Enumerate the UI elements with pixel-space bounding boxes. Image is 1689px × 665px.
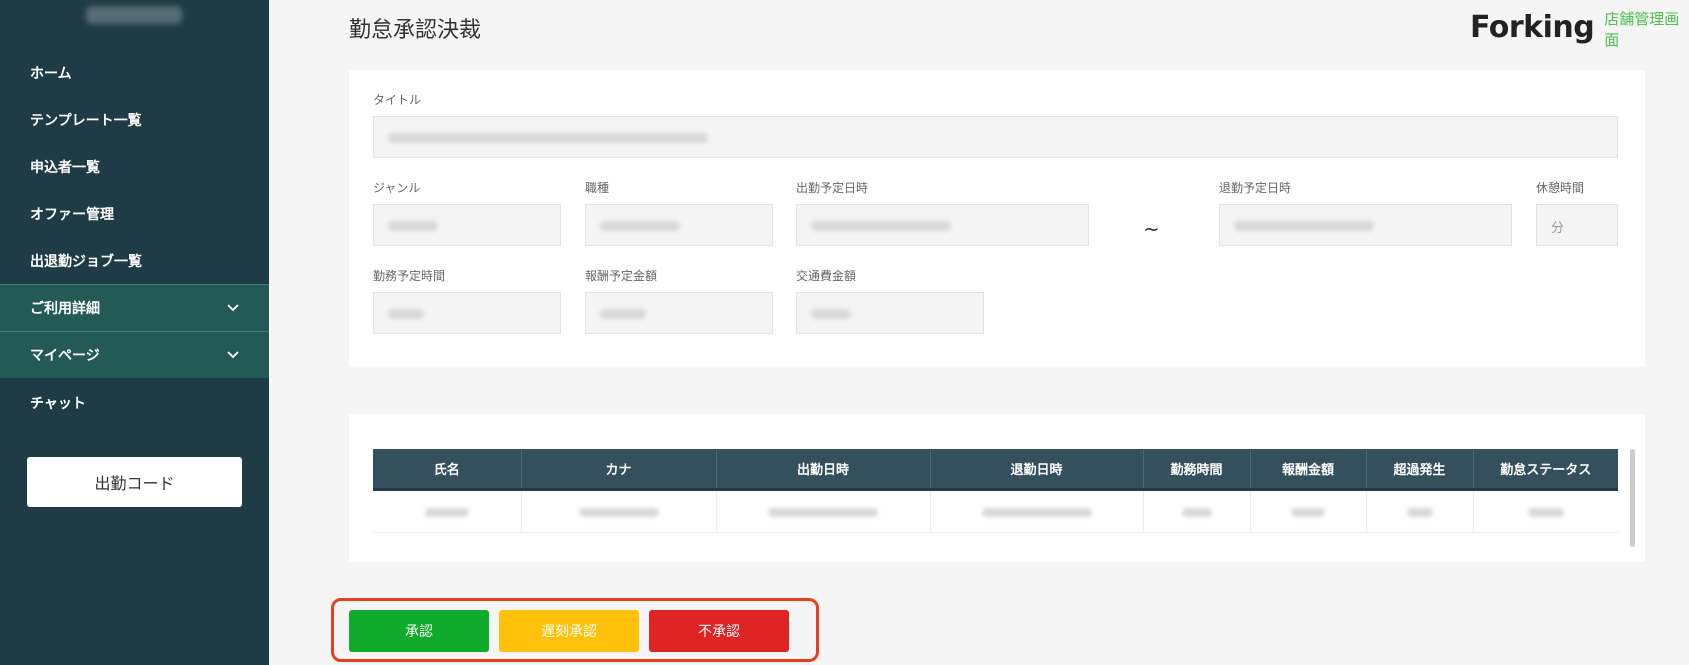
break-unit: 分: [1551, 221, 1565, 236]
cell-clock-out: [930, 489, 1144, 533]
start-datetime-field: [796, 204, 1089, 246]
late-approve-button[interactable]: 遅刻承認: [499, 610, 639, 652]
table-scrollbar[interactable]: [1630, 449, 1635, 547]
sidebar-item-label: チャット: [30, 395, 86, 412]
cell-kana: [521, 489, 717, 533]
sidebar-item-label: 申込者一覧: [30, 159, 100, 176]
cell-reward: [1250, 489, 1367, 533]
logo-wordmark: Forking: [1470, 9, 1595, 45]
end-datetime-blurred: [1234, 221, 1374, 231]
work-hours-blurred: [388, 309, 424, 319]
reward-blurred: [600, 309, 646, 319]
sidebar-item-label: マイページ: [30, 348, 100, 364]
genre-field: [373, 204, 561, 246]
sidebar-item-attendance-jobs[interactable]: 出退勤ジョブ一覧: [0, 237, 269, 284]
sidebar-item-label: テンプレート一覧: [30, 112, 142, 129]
attendance-table-card: 氏名 カナ 出勤日時 退勤日時 勤務時間 報酬金額 超過発生 勤怠ステータス: [349, 414, 1645, 562]
title-label: タイトル: [373, 93, 422, 107]
column-header-name: 氏名: [373, 449, 522, 491]
break-time-field: 分: [1536, 204, 1618, 246]
title-value-blurred: [388, 133, 708, 143]
job-details-card: タイトル ジャンル 職種 出勤予定日時 ~ 退勤予定日時 休憩時間 分 勤務予定…: [349, 70, 1645, 367]
sidebar-item-label: ご利用詳細: [30, 301, 100, 317]
column-header-clock-out: 退勤日時: [930, 449, 1144, 491]
sidebar-item-label: オファー管理: [30, 206, 114, 223]
cell-blurred: [1406, 507, 1433, 517]
chevron-down-icon: [227, 304, 239, 312]
title-field: [373, 116, 1618, 158]
column-header-reward: 報酬金額: [1250, 449, 1367, 491]
attendance-code-button[interactable]: 出勤コード: [27, 457, 242, 507]
occupation-value-blurred: [600, 221, 680, 231]
column-header-overtime: 超過発生: [1366, 449, 1474, 491]
cell-clock-in: [716, 489, 931, 533]
cell-name: [373, 489, 522, 533]
cell-blurred: [424, 507, 469, 517]
column-header-attendance-status: 勤怠ステータス: [1473, 449, 1618, 491]
sidebar-item-label: ホーム: [30, 65, 72, 82]
sidebar-item-mypage[interactable]: マイページ: [0, 331, 269, 378]
cell-blurred: [1291, 507, 1325, 517]
cell-blurred: [578, 507, 659, 517]
occupation-field: [585, 204, 773, 246]
cell-blurred: [981, 507, 1092, 517]
column-header-work-hours: 勤務時間: [1143, 449, 1251, 491]
reject-button[interactable]: 不承認: [649, 610, 789, 652]
chevron-down-icon: [227, 351, 239, 359]
sidebar-item-applicants[interactable]: 申込者一覧: [0, 143, 269, 190]
page-title: 勤怠承認決裁: [349, 18, 482, 43]
cell-status: [1473, 489, 1618, 533]
approve-button[interactable]: 承認: [349, 610, 489, 652]
cell-blurred: [1181, 507, 1212, 517]
attendance-table: 氏名 カナ 出勤日時 退勤日時 勤務時間 報酬金額 超過発生 勤怠ステータス: [373, 449, 1618, 533]
column-header-clock-in: 出勤日時: [716, 449, 931, 491]
reward-field: [585, 292, 773, 334]
start-datetime-label: 出勤予定日時: [796, 181, 869, 195]
cell-work-hours: [1143, 489, 1251, 533]
sidebar-item-chat[interactable]: チャット: [0, 379, 269, 426]
break-time-label: 休憩時間: [1536, 181, 1585, 195]
sidebar-item-label: 出退勤ジョブ一覧: [30, 253, 142, 270]
logo-subtitle: 店舗管理画面: [1604, 10, 1680, 49]
cell-overtime: [1366, 489, 1474, 533]
transport-label: 交通費金額: [796, 269, 857, 283]
cell-blurred: [768, 507, 878, 517]
sidebar-item-home[interactable]: ホーム: [0, 49, 269, 96]
occupation-label: 職種: [585, 181, 610, 195]
end-datetime-field: [1219, 204, 1512, 246]
sidebar-item-templates[interactable]: テンプレート一覧: [0, 96, 269, 143]
cell-blurred: [1527, 507, 1564, 517]
column-header-kana: カナ: [521, 449, 717, 491]
start-datetime-blurred: [811, 221, 951, 231]
table-header-row: 氏名 カナ 出勤日時 退勤日時 勤務時間 報酬金額 超過発生 勤怠ステータス: [373, 449, 1618, 491]
transport-blurred: [811, 309, 851, 319]
genre-label: ジャンル: [373, 181, 421, 195]
sidebar-item-usage-details[interactable]: ご利用詳細: [0, 284, 269, 331]
table-row[interactable]: [373, 489, 1618, 533]
work-hours-field: [373, 292, 561, 334]
sidebar: ホーム テンプレート一覧 申込者一覧 オファー管理 出退勤ジョブ一覧 ご利用詳細…: [0, 0, 269, 665]
sidebar-item-offers[interactable]: オファー管理: [0, 190, 269, 237]
brand-logo: Forking 店舗管理画面: [1470, 4, 1689, 50]
genre-value-blurred: [388, 221, 438, 231]
work-hours-label: 勤務予定時間: [373, 269, 446, 283]
reward-label: 報酬予定金額: [585, 269, 658, 283]
store-name-blurred: [86, 6, 182, 24]
range-separator: ~: [1143, 217, 1160, 241]
transport-field: [796, 292, 984, 334]
end-datetime-label: 退勤予定日時: [1219, 181, 1292, 195]
